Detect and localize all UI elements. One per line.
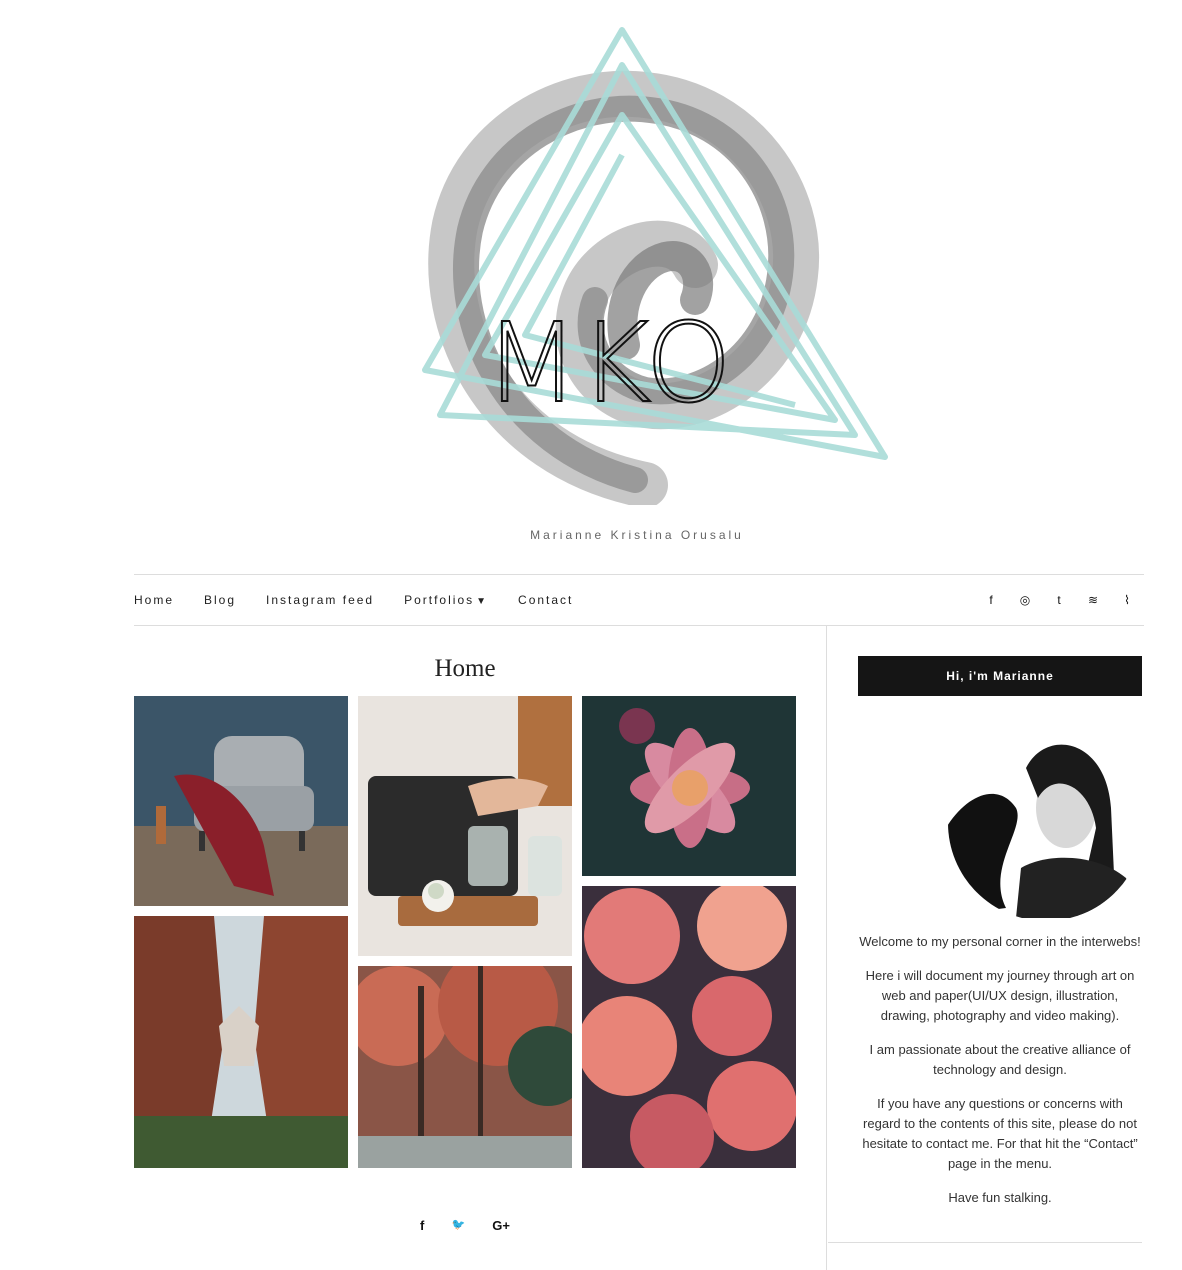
gallery-image-armchair[interactable]	[134, 696, 348, 906]
social-links: f ◎ t ≋ ⌇	[974, 575, 1144, 625]
about-paragraph: Have fun stalking.	[948, 1190, 1052, 1205]
menu: Home Blog Instagram feed Portfolios ▼ Con…	[134, 575, 603, 625]
about-paragraph: If you have any questions or concerns wi…	[862, 1096, 1138, 1171]
about-paragraph: I am passionate about the creative allia…	[869, 1042, 1131, 1077]
nav-home[interactable]: Home	[134, 593, 174, 607]
gallery-image-forest[interactable]	[358, 966, 572, 1168]
nav-portfolios[interactable]: Portfolios ▼	[404, 593, 488, 607]
logo-text: MKO	[484, 299, 732, 427]
spotify-icon[interactable]: ≋	[1076, 593, 1110, 607]
tumblr-icon[interactable]: t	[1042, 593, 1076, 607]
nav-contact[interactable]: Contact	[518, 593, 573, 607]
facebook-icon[interactable]: f	[974, 593, 1008, 607]
rss-icon[interactable]: ⌇	[1110, 593, 1144, 607]
page-title: Home	[434, 655, 496, 682]
about-text: Welcome to my personal corner in the int…	[858, 932, 1142, 1222]
main-navigation: Home Blog Instagram feed Portfolios ▼ Con…	[134, 574, 1144, 626]
nav-portfolios-label: Portfolios	[404, 593, 475, 607]
avatar	[926, 728, 1142, 918]
facebook-icon[interactable]: f	[420, 1218, 424, 1233]
gallery-image-canyon[interactable]	[134, 916, 348, 1168]
about-widget-title: Hi, i'm Marianne	[858, 656, 1142, 696]
chevron-down-icon: ▼	[476, 596, 489, 607]
sidebar-divider	[828, 1242, 1142, 1243]
site-tagline: Marianne Kristina Orusalu	[530, 528, 744, 542]
share-links: f 🐦 G+	[420, 1218, 510, 1233]
gallery-image-roses[interactable]	[582, 886, 796, 1168]
twitter-icon[interactable]: 🐦	[451, 1218, 465, 1233]
about-paragraph: Welcome to my personal corner in the int…	[859, 934, 1141, 949]
content-divider	[826, 626, 827, 1270]
nav-instagram-feed[interactable]: Instagram feed	[266, 593, 374, 607]
gallery-image-dahlia[interactable]	[582, 696, 796, 876]
instagram-icon[interactable]: ◎	[1008, 593, 1042, 607]
gallery-image-tea[interactable]	[358, 696, 572, 956]
google-plus-icon[interactable]: G+	[492, 1218, 510, 1233]
site-logo[interactable]: MKO	[415, 25, 895, 508]
nav-blog[interactable]: Blog	[204, 593, 236, 607]
about-paragraph: Here i will document my journey through …	[865, 968, 1135, 1023]
